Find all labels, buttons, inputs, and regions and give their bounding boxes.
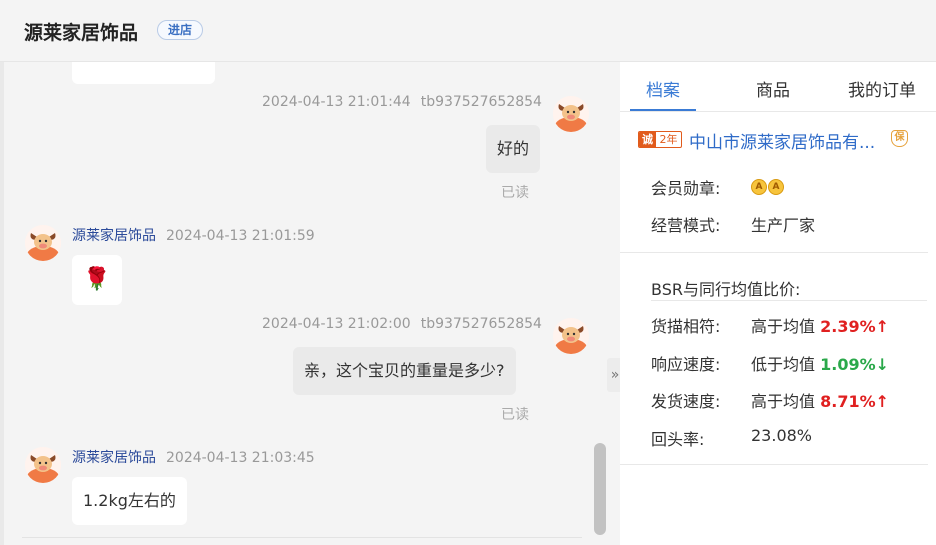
user-avatar[interactable] (553, 318, 589, 354)
read-status: 已读 (501, 185, 529, 201)
arrow-down-icon: ↓ (875, 355, 890, 374)
medal-icon: A (751, 178, 767, 195)
metric-label: 货描相符: (651, 317, 721, 336)
read-status: 已读 (501, 407, 529, 423)
metric-value: 高于均值 2.39%↑ (751, 313, 889, 337)
message-time: 2024-04-13 21:01:59 (166, 228, 315, 244)
member-medals: AA (751, 176, 785, 195)
message-time: 2024-04-13 21:02:00 (262, 316, 411, 332)
repeat-rate-value: 23.08% (751, 426, 813, 445)
business-mode-value: 生产厂家 (751, 216, 816, 235)
shop-name[interactable]: 源莱家居饰品 (24, 18, 138, 45)
metric-percent: 8.71% (820, 392, 876, 411)
message-meta: 2024-04-13 21:01:44 tb937527652854 (262, 94, 542, 110)
message-bubble-emoji: 🌹 (72, 255, 122, 305)
chat-history[interactable]: 其他尺寸都有的 2024-04-13 21:01:44 tb93752765285… (4, 62, 608, 545)
tab-products[interactable]: 商品 (756, 76, 790, 101)
message-time: 2024-04-13 21:01:44 (262, 94, 411, 110)
message-time: 2024-04-13 21:03:45 (166, 450, 315, 466)
message-bubble: 好的 (486, 125, 541, 173)
message-sender[interactable]: 源莱家居饰品 (72, 228, 156, 244)
bsr-title: BSR与同行均值比价: (651, 280, 801, 299)
chat-header: 源莱家居饰品 进店 (0, 0, 936, 62)
message-meta: 源莱家居饰品 2024-04-13 21:01:59 (72, 225, 315, 245)
chengxin-badge: 诚 2年 (638, 131, 682, 148)
message-sender: tb937527652854 (420, 316, 542, 332)
panel-tabs: 档案 商品 我的订单 (620, 62, 936, 112)
metric-percent: 1.09% (820, 355, 876, 374)
medal-icon: A (768, 178, 784, 195)
chengxin-years: 2年 (659, 133, 678, 146)
shop-avatar[interactable] (25, 225, 61, 261)
arrow-up-icon: ↑ (875, 392, 890, 411)
bull-avatar-icon (553, 96, 589, 132)
arrow-up-icon: ↑ (875, 317, 890, 336)
tab-my-orders[interactable]: 我的订单 (848, 76, 916, 101)
message-bubble: 1.2kg左右的 (72, 477, 187, 525)
bull-avatar-icon (553, 318, 589, 354)
bull-avatar-icon (25, 225, 61, 261)
company-name-link[interactable]: 中山市源莱家居饰品有... (689, 128, 875, 153)
message-meta: 2024-04-13 21:02:00 tb937527652854 (262, 316, 542, 332)
metric-value: 低于均值 1.09%↓ (751, 351, 889, 375)
metric-compare: 低于均值 (751, 355, 816, 374)
bsr-divider (651, 300, 927, 301)
chengxin-badge-label: 诚 (639, 132, 656, 147)
business-mode-label: 经营模式: (651, 216, 721, 235)
shop-info-panel: 档案 商品 我的订单 诚 2年 中山市源莱家居饰品有... 保 会员勋章: AA… (620, 62, 936, 545)
chat-scrollbar-thumb[interactable] (594, 443, 606, 535)
metric-compare: 高于均值 (751, 392, 816, 411)
active-tab-indicator (630, 109, 696, 111)
message-sender[interactable]: 源莱家居饰品 (72, 450, 156, 466)
metric-label: 发货速度: (651, 392, 721, 411)
company-row: 诚 2年 中山市源莱家居饰品有... 保 (638, 128, 930, 153)
enter-shop-button[interactable]: 进店 (157, 20, 204, 40)
member-medal-label: 会员勋章: (651, 179, 721, 198)
message-sender: tb937527652854 (420, 94, 542, 110)
metric-value: 高于均值 8.71%↑ (751, 388, 889, 412)
message-meta: 源莱家居饰品 2024-04-13 21:03:45 (72, 447, 315, 467)
chat-divider (22, 537, 582, 538)
bull-avatar-icon (25, 447, 61, 483)
panel-divider (620, 464, 928, 465)
shop-avatar[interactable] (25, 447, 61, 483)
tab-profile[interactable]: 档案 (646, 76, 680, 101)
metric-compare: 高于均值 (751, 317, 816, 336)
message-bubble-partial: 其他尺寸都有的 (72, 62, 215, 84)
guarantee-icon[interactable]: 保 (891, 130, 908, 147)
metric-label: 响应速度: (651, 355, 721, 374)
user-avatar[interactable] (553, 96, 589, 132)
panel-divider (620, 252, 928, 253)
metric-percent: 2.39% (820, 317, 876, 336)
message-bubble: 亲，这个宝贝的重量是多少? (293, 347, 516, 395)
repeat-rate-label: 回头率: (651, 430, 705, 449)
